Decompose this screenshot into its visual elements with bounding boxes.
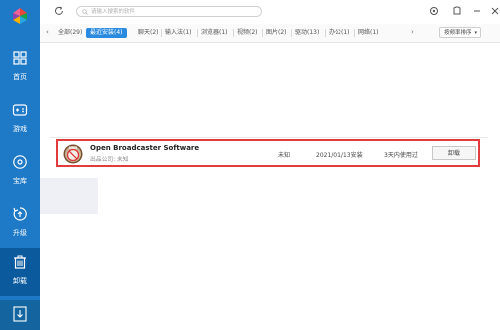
uninstall-button[interactable]: 卸载 [432, 146, 476, 160]
sidebar-item-label: 卸载 [13, 277, 27, 285]
tab-driver[interactable]: 驱动(13) [295, 28, 319, 38]
tab-all[interactable]: 全部(29) [58, 28, 82, 38]
tab-chat[interactable]: 聊天(2) [138, 28, 159, 38]
app-install-date: 2021/01/13安装 [316, 152, 363, 159]
tab-image[interactable]: 图片(2) [266, 28, 287, 38]
app-list: Open Broadcaster Software 出品公司: 未知 未知 20… [40, 43, 500, 330]
tab-divider [161, 29, 162, 37]
tab-divider [354, 29, 355, 37]
tab-input-method[interactable]: 输入法(1) [165, 28, 192, 38]
search-input[interactable]: 请输入搜索的软件 [76, 6, 262, 17]
download-icon [13, 306, 27, 322]
tabs-scroll-left-icon[interactable]: ‹ [46, 28, 49, 36]
tab-divider [262, 29, 263, 37]
sidebar-item-upgrade[interactable]: 升级 [0, 200, 40, 248]
minimize-icon[interactable] [472, 6, 482, 16]
tab-divider [291, 29, 292, 37]
sidebar-download[interactable] [0, 300, 40, 330]
tab-recent[interactable]: 最近安装(4) [86, 28, 127, 38]
tab-video[interactable]: 视频(2) [237, 28, 258, 38]
sidebar-item-home[interactable]: 首页 [0, 44, 40, 92]
sidebar: 首页 游戏 宝库 升级 卸载 [0, 0, 40, 330]
gamepad-icon [12, 104, 28, 116]
sidebar-item-library[interactable]: 宝库 [0, 148, 40, 196]
trash-icon [14, 255, 26, 269]
category-tabs: ‹ 全部(29) 最近安装(4) 聊天(2) 输入法(1) 浏览器(1) 视频(… [40, 24, 500, 43]
refresh-icon[interactable] [54, 6, 64, 16]
sidebar-item-label: 升级 [13, 229, 27, 237]
sort-label: 按频率排序 [444, 30, 472, 36]
sidebar-item-label: 游戏 [13, 125, 27, 133]
app-usage: 3天内使用过 [384, 152, 418, 159]
tab-office[interactable]: 办公(1) [329, 28, 350, 38]
close-icon[interactable] [490, 6, 500, 16]
app-name: Open Broadcaster Software [90, 144, 200, 152]
tab-browser[interactable]: 浏览器(1) [201, 28, 228, 38]
tabs-scroll-right-icon[interactable]: › [411, 28, 414, 36]
app-publisher: 出品公司: 未知 [90, 157, 129, 163]
search-icon [82, 9, 88, 15]
disc-icon [13, 155, 27, 169]
sidebar-item-label: 宝库 [13, 177, 27, 185]
tab-divider [197, 29, 198, 37]
app-logo-icon [13, 8, 27, 24]
sort-dropdown[interactable]: 按频率排序 ▾ [439, 27, 481, 38]
tab-divider [233, 29, 234, 37]
tab-network[interactable]: 网络(1) [358, 28, 379, 38]
home-icon [13, 51, 27, 65]
settings-icon[interactable] [429, 6, 439, 16]
chevron-down-icon: ▾ [474, 30, 477, 36]
tab-divider [325, 29, 326, 37]
top-bar: 请输入搜索的软件 [40, 0, 500, 24]
sidebar-item-uninstall[interactable]: 卸载 [0, 248, 40, 296]
sidebar-item-games[interactable]: 游戏 [0, 96, 40, 144]
sidebar-item-label: 首页 [13, 73, 27, 81]
upgrade-icon [13, 207, 27, 221]
obs-app-icon [63, 144, 83, 164]
row-divider [50, 137, 488, 138]
app-size: 未知 [278, 152, 291, 159]
skin-icon[interactable] [452, 6, 462, 16]
list-item[interactable]: Open Broadcaster Software 出品公司: 未知 未知 20… [56, 139, 480, 167]
overlay-block [40, 178, 98, 214]
